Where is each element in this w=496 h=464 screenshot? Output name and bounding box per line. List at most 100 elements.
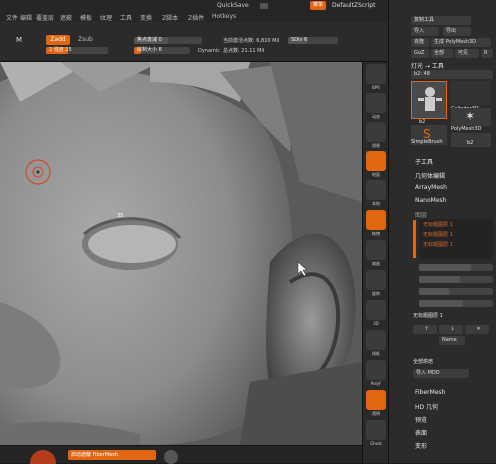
sdiv-slider[interactable]: SDiv 6 [288,37,338,44]
arraymesh-section[interactable]: ArrayMesh [415,184,447,191]
fibermesh-section[interactable]: FiberMesh [415,389,445,396]
layer-item[interactable]: 无标题图层 1 [423,231,453,238]
sculpt-render [0,62,362,445]
zadd-button[interactable]: Zadd [46,35,70,45]
draw-size-slider[interactable]: 绘制大小 8 [134,47,190,54]
preview-section[interactable]: 预览 [415,415,427,424]
all-button[interactable]: 全部 [431,49,453,58]
zsub-button[interactable]: Zsub [78,36,93,44]
menu-item-template[interactable]: 模板 [80,13,92,22]
menu-item-overlay[interactable]: 覆盖层 [36,13,54,22]
layer-slider-4-fill [419,300,464,307]
transp-button[interactable] [366,390,386,410]
copy-tool-button[interactable]: 复制工具 [411,16,471,25]
layer-slider-4[interactable] [419,300,493,307]
move-label: 拖拽 [372,231,380,236]
menu-item-edit[interactable]: 编辑 [20,13,32,22]
subtool-section[interactable]: 子工具 [415,157,433,166]
name-button[interactable]: Name [439,336,465,345]
help-button[interactable]: 菜单 [310,1,326,10]
layers-section[interactable]: 图层 [415,210,427,219]
goz-button[interactable]: GoZ [411,49,429,58]
delete-layer-button[interactable]: ✕ [465,325,489,334]
brush-cursor-value: 35 [117,213,124,219]
layer-strength-fill [419,264,471,271]
tool-panel: 复制工具 导入 导出 克隆 生成 PolyMesh3D GoZ 全部 可见 R … [388,0,496,463]
layer-name-label: 无标题图层 1 [413,313,443,319]
brush-name-slider[interactable]: b2: 48 [411,70,493,79]
r-button[interactable]: R [481,49,493,58]
fibermesh-mask-button[interactable]: 启动遮蔽 FiberMesh [68,450,156,460]
menu-item-zscript[interactable]: Z脚本 [162,13,178,22]
draw-size-label: 绘制大小 8 [137,47,162,53]
move-down-button[interactable]: ↓ [439,325,463,334]
wireframe-label: 线框 [372,351,380,356]
menu-item-file[interactable]: 文件 [6,13,18,22]
dynamic-persp-button[interactable] [366,93,386,113]
z-intensity-slider[interactable]: 2 强度 25 [46,47,108,54]
viewport-shelf: BPR 动态 透视 地面 本地 拖拽 缩放 旋转 3D 线框 PolyF 透明 … [362,62,388,463]
persp-button[interactable] [366,122,386,142]
transp-label: 透明 [372,411,380,416]
cylinder-thumb[interactable] [451,81,491,105]
layer-item[interactable]: 无标题图层 1 [423,241,453,248]
eye-ball [88,225,176,263]
geometry-section[interactable]: 几何体编辑 [415,171,445,180]
nanomesh-section[interactable]: NanoMesh [415,197,446,204]
lightbox-tool-label[interactable]: 灯光 → 工具 [411,61,444,70]
import-mdd-button[interactable]: 导入 MDD [413,369,469,378]
rotate-label: 旋转 [372,291,380,296]
3d-button[interactable] [366,300,386,320]
menu-item-tool[interactable]: 工具 [120,13,132,22]
hd-geometry-section[interactable]: HD 几何 [415,402,438,411]
floor-button[interactable] [366,151,386,171]
menu-item-hotkeys[interactable]: Hotkeys [212,13,236,20]
layer-slider-2[interactable] [419,276,493,283]
layer-slider-3[interactable] [419,288,493,295]
visible-button[interactable]: 可见 [455,49,479,58]
canvas-viewport[interactable]: 35 [0,62,362,445]
layers-list: 无标题图层 1 无标题图层 1 无标题图层 1 [419,219,493,259]
secondary-swatch[interactable] [164,450,178,464]
import-button[interactable]: 导入 [411,27,439,36]
local-button[interactable] [366,180,386,200]
layer-strength-slider[interactable] [419,264,493,271]
polyf-button[interactable] [366,360,386,380]
quicksave-button[interactable]: QuickSave [217,2,249,10]
make-polymesh-button[interactable]: 生成 PolyMesh3D [431,38,491,47]
layer-slider-2-fill [419,276,460,283]
current-tool-thumb[interactable] [411,81,447,119]
local-label: 本地 [372,201,380,206]
default-zscript-label[interactable]: DefaultZScript [332,2,375,10]
ghost-button[interactable] [366,420,386,440]
polyframe-button[interactable] [366,330,386,350]
layer-item[interactable]: 无标题图层 1 [423,221,453,228]
polyf-label: PolyF [370,381,382,386]
move-up-button[interactable]: ↑ [413,325,437,334]
menu-item-transform[interactable]: 变换 [140,13,152,22]
top-toolbar: M Zadd Zsub 2 强度 25 焦点衰减 0 绘制大小 8 Dynami… [0,22,405,62]
export-button[interactable]: 导出 [443,27,471,36]
quicksave-slider[interactable] [260,3,268,9]
focal-shift-label: 焦点衰减 0 [137,37,162,43]
move-button[interactable] [366,210,386,230]
ghost-label: Ghost [370,441,382,446]
scale-button[interactable] [366,240,386,260]
thumb-label-simplebrush: SimpleBrush [411,139,443,145]
bake-all-label[interactable]: 全部烘焙 [413,358,433,365]
menu-item-zplugin[interactable]: Z插件 [188,13,204,22]
bpr-label: BPR [372,85,380,90]
menu-item-texture[interactable]: 纹理 [100,13,112,22]
polymesh-thumb[interactable]: ✶ [451,108,491,126]
color-swatch[interactable] [30,450,56,464]
rotate-button[interactable] [366,270,386,290]
material-m-label[interactable]: M [16,36,22,44]
focal-shift-slider[interactable]: 焦点衰减 0 [134,37,202,44]
clone-button[interactable]: 克隆 [411,38,429,47]
deformation-section[interactable]: 变形 [415,441,427,450]
bpr-button[interactable] [366,64,386,84]
menu-item-mask[interactable]: 遮蔽 [60,13,72,22]
dynamic-button[interactable]: Dynamic [198,47,220,55]
surface-section[interactable]: 表面 [415,428,427,437]
star-icon: ✶ [465,109,476,123]
